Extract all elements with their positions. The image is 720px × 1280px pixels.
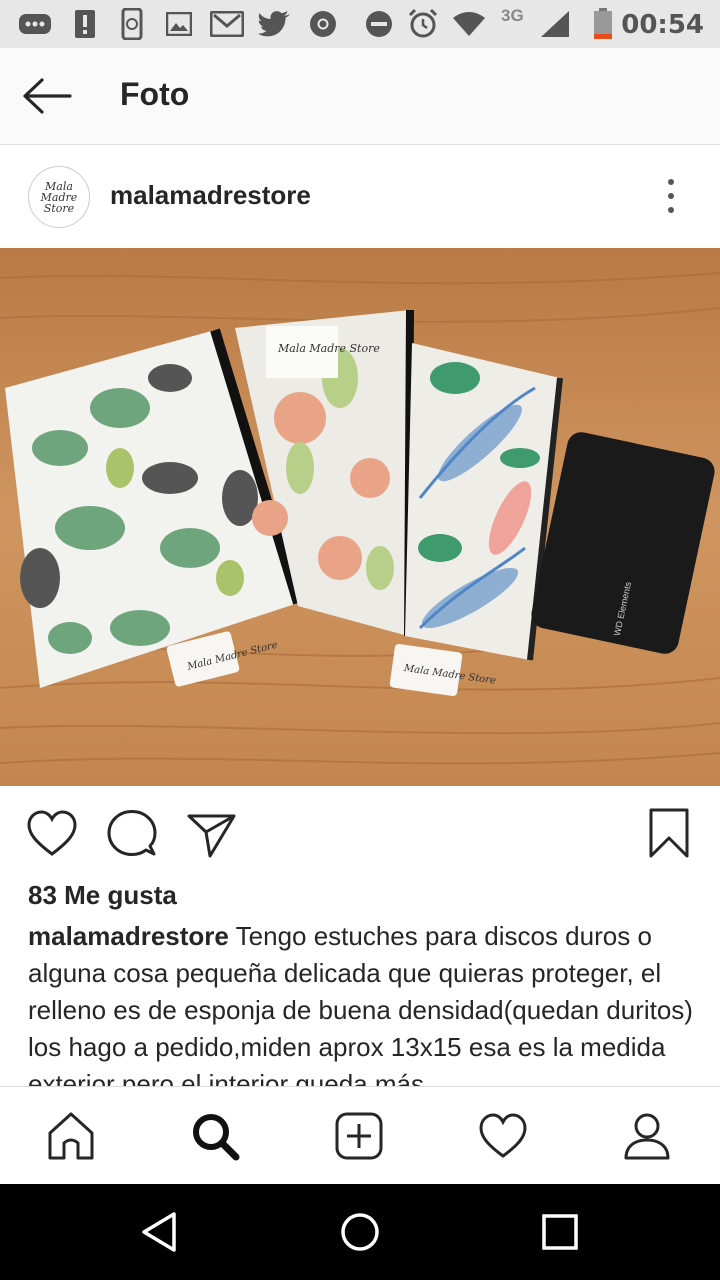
signal-icon [538, 8, 572, 40]
post-photo[interactable]: Mala Madre Store Mala Madre Store Mala M… [0, 248, 720, 786]
nav-profile[interactable] [622, 1111, 672, 1161]
system-navigation-bar [0, 1184, 720, 1280]
back-button[interactable] [20, 70, 76, 122]
share-button[interactable] [186, 808, 238, 860]
system-recents-button[interactable] [538, 1210, 582, 1254]
do-not-disturb-icon [362, 8, 396, 40]
comment-button[interactable] [106, 808, 158, 860]
square-recents-icon [542, 1214, 578, 1250]
post-actions [0, 786, 720, 876]
send-icon [187, 814, 236, 858]
post-caption: malamadrestore Tengo estuches para disco… [28, 918, 698, 1086]
chrome-icon [306, 8, 340, 40]
phone-sync-icon [116, 8, 150, 40]
like-button[interactable] [26, 808, 78, 860]
heart-icon [27, 810, 77, 856]
caption-username[interactable]: malamadrestore [28, 921, 229, 951]
new-post-icon [335, 1112, 383, 1160]
avatar[interactable]: Mala Madre Store [28, 166, 90, 228]
gallery-icon [162, 8, 196, 40]
battery-icon [586, 8, 620, 40]
bottom-navigation [0, 1086, 720, 1185]
alert-icon [68, 8, 102, 40]
triangle-back-icon [142, 1212, 176, 1252]
tag-label-2: Mala Madre Store [277, 342, 380, 355]
bookmark-icon [649, 808, 689, 858]
activity-icon [479, 1113, 527, 1158]
nav-search[interactable] [190, 1111, 240, 1161]
app-bar: Foto [0, 48, 720, 145]
clock: 00:54 [621, 10, 704, 40]
more-notifications-icon [18, 8, 52, 40]
more-options-button[interactable] [656, 171, 686, 221]
system-back-button[interactable] [138, 1210, 182, 1254]
avatar-text: Mala Madre Store [40, 179, 78, 215]
search-icon [193, 1114, 240, 1161]
system-home-button[interactable] [338, 1210, 382, 1254]
page-title: Foto [120, 76, 190, 112]
save-button[interactable] [644, 808, 696, 860]
likes-count[interactable]: 83 Me gusta [28, 880, 177, 911]
wifi-icon [452, 8, 486, 40]
nav-activity[interactable] [478, 1111, 528, 1161]
home-icon [48, 1112, 94, 1160]
post-header: Mala Madre Store malamadrestore [0, 145, 720, 247]
gmail-icon [210, 8, 244, 40]
more-vertical-icon [668, 179, 674, 213]
post-username[interactable]: malamadrestore [110, 180, 311, 211]
nav-home[interactable] [46, 1111, 96, 1161]
profile-icon [624, 1113, 670, 1160]
alarm-icon [406, 8, 440, 40]
circle-home-icon [341, 1213, 379, 1251]
status-bar: 3G 00:54 [0, 0, 720, 48]
network-type: 3G [501, 6, 524, 25]
twitter-icon [258, 8, 292, 40]
comment-icon [107, 810, 157, 856]
nav-new-post[interactable] [334, 1111, 384, 1161]
arrow-left-icon [23, 78, 72, 114]
